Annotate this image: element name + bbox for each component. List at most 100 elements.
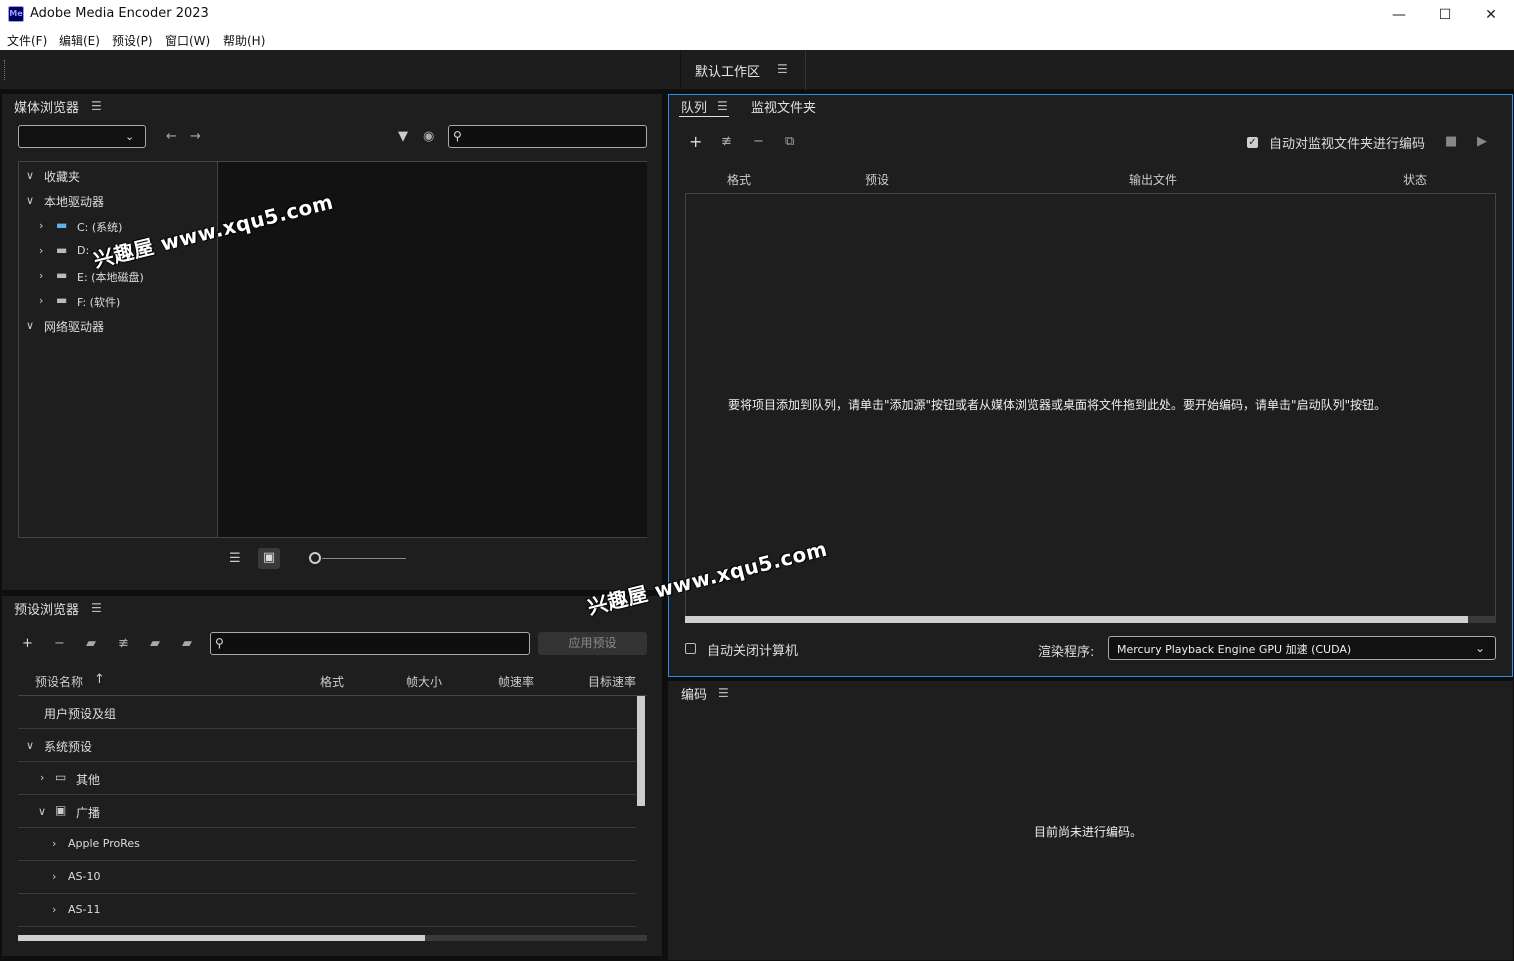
tree-item-label: D:: [77, 244, 90, 257]
preset-row-other[interactable]: › ▭ 其他: [18, 762, 636, 795]
preset-settings-icon[interactable]: ≢: [118, 636, 129, 652]
start-queue-icon[interactable]: ▶: [1477, 134, 1487, 150]
encoding-menu-icon[interactable]: ☰: [718, 686, 729, 700]
col-target-rate[interactable]: 目标速率: [588, 673, 636, 690]
preset-browser-menu-icon[interactable]: ☰: [91, 601, 102, 615]
location-dropdown[interactable]: ⌄: [18, 125, 146, 148]
col-frame-rate[interactable]: 帧速率: [498, 673, 534, 690]
grip-handle[interactable]: [4, 60, 7, 80]
chevron-right-icon: ›: [39, 294, 44, 307]
sort-ascending-icon[interactable]: ↑: [94, 672, 105, 688]
close-button[interactable]: ✕: [1468, 0, 1514, 30]
preset-row-label: 广播: [76, 806, 101, 820]
search-icon: ⚲: [453, 129, 462, 143]
chevron-down-icon: ∨: [26, 739, 35, 752]
chevron-down-icon: ∨: [26, 169, 35, 182]
tree-item-local-drives[interactable]: ∨ 本地驱动器: [19, 189, 217, 213]
chevron-down-icon: ∨: [26, 194, 35, 207]
back-arrow-icon[interactable]: ←: [166, 129, 177, 145]
tab-watch-folders[interactable]: 监视文件夹: [751, 97, 816, 116]
queue-menu-icon[interactable]: ☰: [717, 99, 728, 113]
workspace-label: 默认工作区: [695, 65, 761, 80]
export-preset-icon[interactable]: ▰: [182, 636, 192, 652]
tree-item-favorites[interactable]: ∨ 收藏夹: [19, 164, 217, 188]
filter-icon[interactable]: ▼: [398, 129, 408, 145]
preset-row-broadcast[interactable]: ∨ ▣ 广播: [18, 795, 636, 828]
remove-preset-icon[interactable]: −: [54, 636, 65, 652]
chevron-right-icon: ›: [40, 771, 45, 784]
menu-window[interactable]: 窗口(W): [165, 32, 210, 49]
add-source-icon[interactable]: +: [689, 134, 702, 150]
stop-queue-icon[interactable]: ■: [1445, 134, 1457, 150]
apply-preset-button[interactable]: 应用预设: [538, 632, 647, 655]
auto-encode-checkbox[interactable]: ✓: [1247, 137, 1258, 148]
menu-edit[interactable]: 编辑(E): [59, 32, 100, 49]
maximize-button[interactable]: ☐: [1422, 0, 1468, 30]
preset-vertical-scrollbar[interactable]: [637, 696, 645, 806]
auto-encode-label: 自动对监视文件夹进行编码: [1269, 137, 1426, 152]
preset-horizontal-scrollbar[interactable]: [18, 935, 425, 941]
preset-horizontal-scrollbar-track: [18, 935, 647, 941]
system-drive-icon: ▬: [56, 218, 68, 232]
preset-search-input[interactable]: ⚲: [210, 632, 530, 655]
tree-item-label: 本地驱动器: [44, 195, 105, 209]
queue-horizontal-scrollbar[interactable]: [685, 616, 1468, 623]
chevron-right-icon: ›: [39, 219, 44, 232]
media-browser-panel: 媒体浏览器 ☰ ⌄ ← → ▼ ◉ ⚲ ∨ 收藏夹 ∨ 本地驱动器 › ▬ C:…: [2, 94, 662, 590]
col-frame-size[interactable]: 帧大小: [406, 673, 442, 690]
col-preset-name[interactable]: 预设名称: [35, 673, 83, 690]
thumbnail-view-button[interactable]: ▣: [258, 548, 280, 569]
media-browser-title: 媒体浏览器: [14, 101, 80, 116]
queue-panel: 队列 ☰ 监视文件夹 + ≢ − ⧉ ✓ 自动对监视文件夹进行编码 ■ ▶ 格式…: [668, 94, 1513, 677]
app-logo-icon: Me: [8, 6, 24, 22]
preset-row-as10[interactable]: › AS-10: [18, 861, 636, 894]
col-output-file[interactable]: 输出文件: [1129, 171, 1177, 188]
chevron-right-icon: ›: [52, 903, 57, 916]
col-preset[interactable]: 预设: [865, 171, 889, 188]
chevron-down-icon: ⌄: [1475, 641, 1486, 655]
add-preset-icon[interactable]: +: [22, 636, 33, 652]
menu-help[interactable]: 帮助(H): [223, 32, 265, 49]
preset-row-system[interactable]: ∨ 系统预设: [18, 729, 636, 762]
tree-item-label: 网络驱动器: [44, 320, 105, 334]
eye-icon[interactable]: ◉: [423, 129, 434, 145]
tree-item-network-drives[interactable]: ∨ 网络驱动器: [19, 314, 217, 338]
zoom-slider-track[interactable]: [322, 558, 406, 559]
menu-file[interactable]: 文件(F): [7, 32, 47, 49]
zoom-slider-handle[interactable]: [309, 552, 321, 564]
chevron-down-icon: ⌄: [125, 130, 135, 143]
workspace-menu-icon[interactable]: ☰: [777, 62, 788, 76]
renderer-dropdown[interactable]: Mercury Playback Engine GPU 加速 (CUDA) ⌄: [1108, 636, 1496, 660]
import-preset-icon[interactable]: ▰: [150, 636, 160, 652]
queue-empty-message: 要将项目添加到队列，请单击"添加源"按钮或者从媒体浏览器或桌面将文件拖到此处。要…: [728, 398, 1387, 412]
window-title: Adobe Media Encoder 2023: [30, 6, 209, 21]
drive-icon: ▬: [56, 268, 68, 282]
preset-row-apple-prores[interactable]: › Apple ProRes: [18, 828, 636, 861]
minimize-button[interactable]: —: [1376, 0, 1422, 30]
tree-item-drive-f[interactable]: › ▬ F: (软件): [19, 289, 217, 313]
remove-item-icon[interactable]: −: [753, 134, 764, 150]
tree-item-label: C: (系统): [77, 221, 123, 234]
preset-row-label: Apple ProRes: [68, 837, 140, 850]
duplicate-icon[interactable]: ⧉: [785, 134, 794, 150]
tree-item-label: F: (软件): [77, 296, 121, 309]
col-format[interactable]: 格式: [727, 171, 751, 188]
workspace-tab[interactable]: 默认工作区 ☰: [680, 50, 806, 90]
preset-row-as11[interactable]: › AS-11: [18, 894, 636, 927]
auto-shutdown-checkbox[interactable]: [685, 643, 696, 654]
menu-preset[interactable]: 预设(P): [112, 32, 153, 49]
col-format[interactable]: 格式: [320, 673, 344, 690]
media-browser-menu-icon[interactable]: ☰: [91, 99, 102, 113]
col-status[interactable]: 状态: [1403, 171, 1427, 188]
preset-browser-title: 预设浏览器: [14, 603, 80, 618]
tree-item-label: 收藏夹: [44, 170, 81, 184]
drive-icon: ▬: [56, 243, 68, 257]
list-view-icon[interactable]: ☰: [229, 551, 241, 567]
media-search-input[interactable]: ⚲: [448, 125, 647, 148]
drive-icon: ▬: [56, 293, 68, 307]
tab-queue[interactable]: 队列: [681, 97, 707, 116]
forward-arrow-icon[interactable]: →: [190, 129, 201, 145]
queue-settings-icon[interactable]: ≢: [721, 134, 732, 150]
new-group-icon[interactable]: ▰: [86, 636, 96, 652]
preset-row-user[interactable]: 用户预设及组: [18, 696, 636, 729]
